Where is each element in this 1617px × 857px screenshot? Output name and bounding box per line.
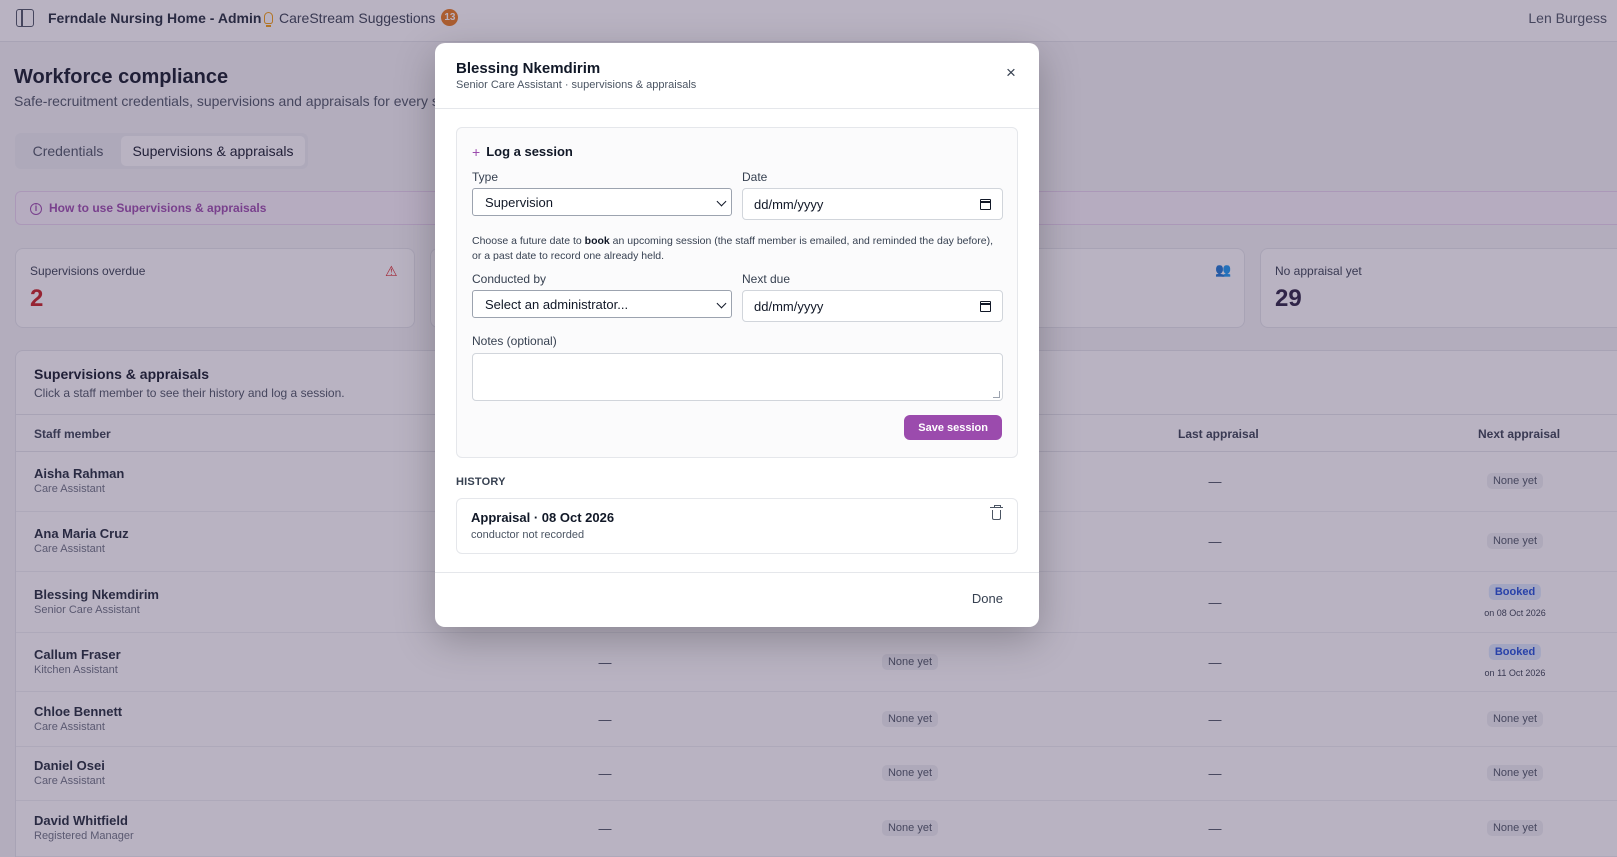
- log-session-title: Log a session: [486, 144, 573, 159]
- notes-textarea[interactable]: [472, 353, 1003, 401]
- calendar-icon[interactable]: [980, 301, 991, 312]
- next-due-input[interactable]: dd/mm/yyyy: [742, 290, 1003, 322]
- divider: [435, 572, 1039, 573]
- history-item-conductor: conductor not recorded: [471, 529, 585, 541]
- dialog-title: Blessing Nkemdirim: [456, 60, 601, 77]
- trash-icon[interactable]: [990, 505, 1003, 520]
- history-heading: HISTORY: [456, 476, 506, 488]
- chevron-down-icon: [716, 196, 727, 207]
- resize-handle-icon[interactable]: [993, 391, 1000, 398]
- date-label: Date: [742, 170, 768, 184]
- history-item-title: Appraisal · 08 Oct 2026: [471, 510, 615, 525]
- done-button[interactable]: Done: [972, 591, 1003, 606]
- notes-label: Notes (optional): [472, 334, 557, 348]
- date-placeholder: dd/mm/yyyy: [754, 196, 824, 212]
- log-session-form: + Log a session Type Supervision Date dd…: [456, 127, 1018, 458]
- calendar-icon[interactable]: [980, 199, 991, 210]
- history-item: Appraisal · 08 Oct 2026 conductor not re…: [456, 498, 1018, 554]
- chevron-down-icon: [716, 298, 727, 309]
- plus-icon: +: [472, 143, 481, 160]
- log-session-heading: + Log a session: [472, 144, 573, 159]
- type-select-value: Supervision: [485, 194, 553, 210]
- conducted-by-value: Select an administrator...: [485, 296, 629, 312]
- save-session-button[interactable]: Save session: [904, 415, 1002, 440]
- close-icon[interactable]: ×: [1003, 64, 1019, 81]
- staff-session-dialog: Blessing Nkemdirim Senior Care Assistant…: [435, 43, 1039, 627]
- date-input[interactable]: dd/mm/yyyy: [742, 188, 1003, 220]
- type-label: Type: [472, 170, 499, 184]
- divider: [435, 108, 1039, 109]
- next-due-placeholder: dd/mm/yyyy: [754, 298, 824, 314]
- next-due-label: Next due: [742, 272, 791, 286]
- booking-help-text: Choose a future date to book an upcoming…: [472, 235, 994, 262]
- type-select[interactable]: Supervision: [472, 188, 732, 216]
- dialog-subtitle: Senior Care Assistant · supervisions & a…: [456, 79, 697, 91]
- conducted-by-select[interactable]: Select an administrator...: [472, 290, 732, 318]
- conducted-by-label: Conducted by: [472, 272, 547, 286]
